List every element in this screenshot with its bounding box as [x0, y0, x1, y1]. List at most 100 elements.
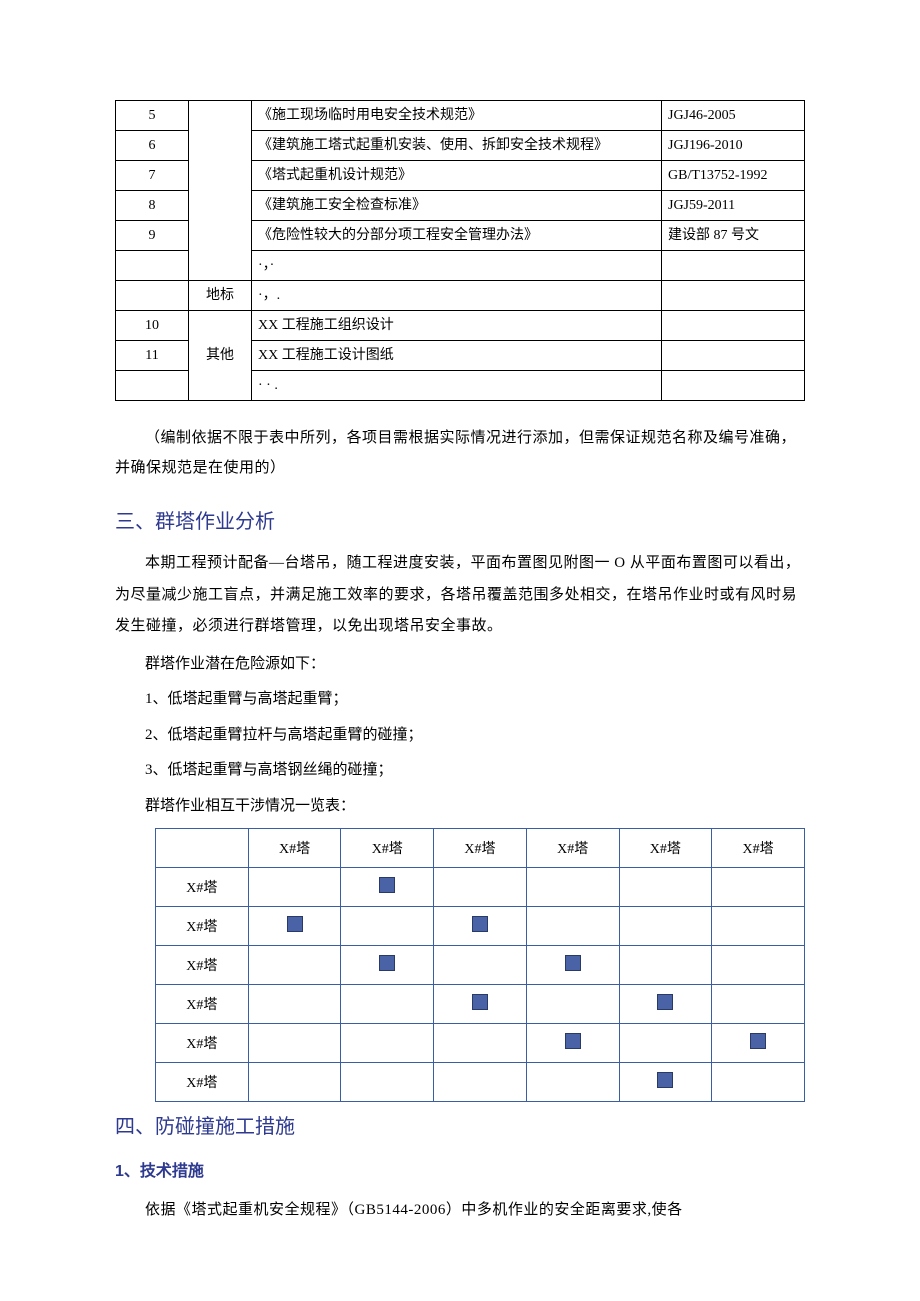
matrix-cell [248, 1063, 341, 1102]
matrix-row-header: X#塔 [156, 946, 249, 985]
row-cat-other: 其他 [189, 311, 252, 401]
row-standard-name: ·，· [252, 251, 662, 281]
interference-mark-icon [379, 955, 395, 971]
matrix-cell [434, 985, 527, 1024]
page: 5 《施工现场临时用电安全技术规范》 JGJ46-2005 6 《建筑施工塔式起… [0, 0, 920, 1293]
row-standard-code [662, 341, 805, 371]
matrix-cell [619, 907, 712, 946]
matrix-col-header: X#塔 [248, 829, 341, 868]
matrix-col-header: X#塔 [341, 829, 434, 868]
matrix-cell [248, 907, 341, 946]
matrix-title: 群塔作业相互干涉情况一览表： [115, 791, 805, 823]
matrix-row-header: X#塔 [156, 868, 249, 907]
matrix-cell [526, 868, 619, 907]
row-standard-name: XX 工程施工设计图纸 [252, 341, 662, 371]
interference-matrix: X#塔X#塔X#塔X#塔X#塔X#塔X#塔X#塔X#塔X#塔X#塔X#塔 [155, 828, 805, 1102]
interference-mark-icon [472, 994, 488, 1010]
interference-mark-icon [750, 1033, 766, 1049]
table-row: 地标 ·，. [116, 281, 805, 311]
table-row: 10 其他 XX 工程施工组织设计 [116, 311, 805, 341]
row-standard-code [662, 251, 805, 281]
matrix-row-header: X#塔 [156, 907, 249, 946]
interference-mark-icon [657, 994, 673, 1010]
matrix-cell [248, 1024, 341, 1063]
matrix-cell [248, 985, 341, 1024]
row-num: 9 [116, 221, 189, 251]
matrix-cell [248, 946, 341, 985]
matrix-cell [526, 1024, 619, 1063]
matrix-cell [341, 868, 434, 907]
row-num: 5 [116, 101, 189, 131]
matrix-cell [526, 907, 619, 946]
matrix-col-header: X#塔 [619, 829, 712, 868]
interference-mark-icon [379, 877, 395, 893]
matrix-cell [712, 946, 805, 985]
interference-mark-icon [657, 1072, 673, 1088]
matrix-row-header: X#塔 [156, 1063, 249, 1102]
row-standard-code: JGJ46-2005 [662, 101, 805, 131]
matrix-corner [156, 829, 249, 868]
interference-mark-icon [287, 916, 303, 932]
matrix-cell [712, 985, 805, 1024]
body-paragraph: 本期工程预计配备—台塔吊，随工程进度安装，平面布置图见附图一 O 从平面布置图可… [115, 548, 805, 643]
interference-mark-icon [472, 916, 488, 932]
matrix-cell [712, 1024, 805, 1063]
matrix-row-header: X#塔 [156, 985, 249, 1024]
row-cat-blank [189, 101, 252, 281]
matrix-cell [341, 1024, 434, 1063]
matrix-col-header: X#塔 [712, 829, 805, 868]
subsection-heading-4-1: 1、技术措施 [115, 1157, 805, 1181]
row-standard-code: GB/T13752-1992 [662, 161, 805, 191]
matrix-cell [341, 907, 434, 946]
row-num: 11 [116, 341, 189, 371]
row-standard-code: JGJ196-2010 [662, 131, 805, 161]
table-row: 5 《施工现场临时用电安全技术规范》 JGJ46-2005 [116, 101, 805, 131]
matrix-cell [619, 868, 712, 907]
matrix-cell [341, 946, 434, 985]
matrix-cell [712, 868, 805, 907]
row-num: 10 [116, 311, 189, 341]
row-num [116, 371, 189, 401]
matrix-cell [619, 946, 712, 985]
matrix-cell [248, 868, 341, 907]
matrix-row-header: X#塔 [156, 1024, 249, 1063]
table-footnote: （编制依据不限于表中所列，各项目需根据实际情况进行添加，但需保证规范名称及编号准… [115, 423, 805, 483]
row-standard-code: JGJ59-2011 [662, 191, 805, 221]
section-heading-3: 三、群塔作业分析 [115, 505, 805, 534]
row-standard-code [662, 281, 805, 311]
matrix-cell [526, 1063, 619, 1102]
row-num: 7 [116, 161, 189, 191]
row-standard-name: 《施工现场临时用电安全技术规范》 [252, 101, 662, 131]
row-standard-name: 《塔式起重机设计规范》 [252, 161, 662, 191]
matrix-cell [619, 985, 712, 1024]
matrix-cell [619, 1063, 712, 1102]
row-num [116, 251, 189, 281]
body-paragraph: 依据《塔式起重机安全规程》（GB5144-2006）中多机作业的安全距离要求,使… [115, 1195, 805, 1227]
row-num: 8 [116, 191, 189, 221]
matrix-cell [341, 985, 434, 1024]
matrix-cell [341, 1063, 434, 1102]
row-num: 6 [116, 131, 189, 161]
risk-item: 1、低塔起重臂与高塔起重臂； [115, 684, 805, 716]
interference-mark-icon [565, 1033, 581, 1049]
matrix-cell [434, 946, 527, 985]
matrix-cell [434, 1024, 527, 1063]
row-standard-name: XX 工程施工组织设计 [252, 311, 662, 341]
interference-mark-icon [565, 955, 581, 971]
row-standard-name: 《建筑施工安全检查标准》 [252, 191, 662, 221]
row-standard-name: · · . [252, 371, 662, 401]
row-standard-name: 《危险性较大的分部分项工程安全管理办法》 [252, 221, 662, 251]
row-standard-name: ·，. [252, 281, 662, 311]
row-standard-code [662, 311, 805, 341]
section-heading-4: 四、防碰撞施工措施 [115, 1110, 805, 1139]
matrix-cell [619, 1024, 712, 1063]
matrix-cell [712, 907, 805, 946]
matrix-cell [434, 1063, 527, 1102]
row-standard-code [662, 371, 805, 401]
matrix-cell [712, 1063, 805, 1102]
matrix-cell [434, 907, 527, 946]
matrix-col-header: X#塔 [434, 829, 527, 868]
standards-table: 5 《施工现场临时用电安全技术规范》 JGJ46-2005 6 《建筑施工塔式起… [115, 100, 805, 401]
row-cat-local: 地标 [189, 281, 252, 311]
row-num [116, 281, 189, 311]
